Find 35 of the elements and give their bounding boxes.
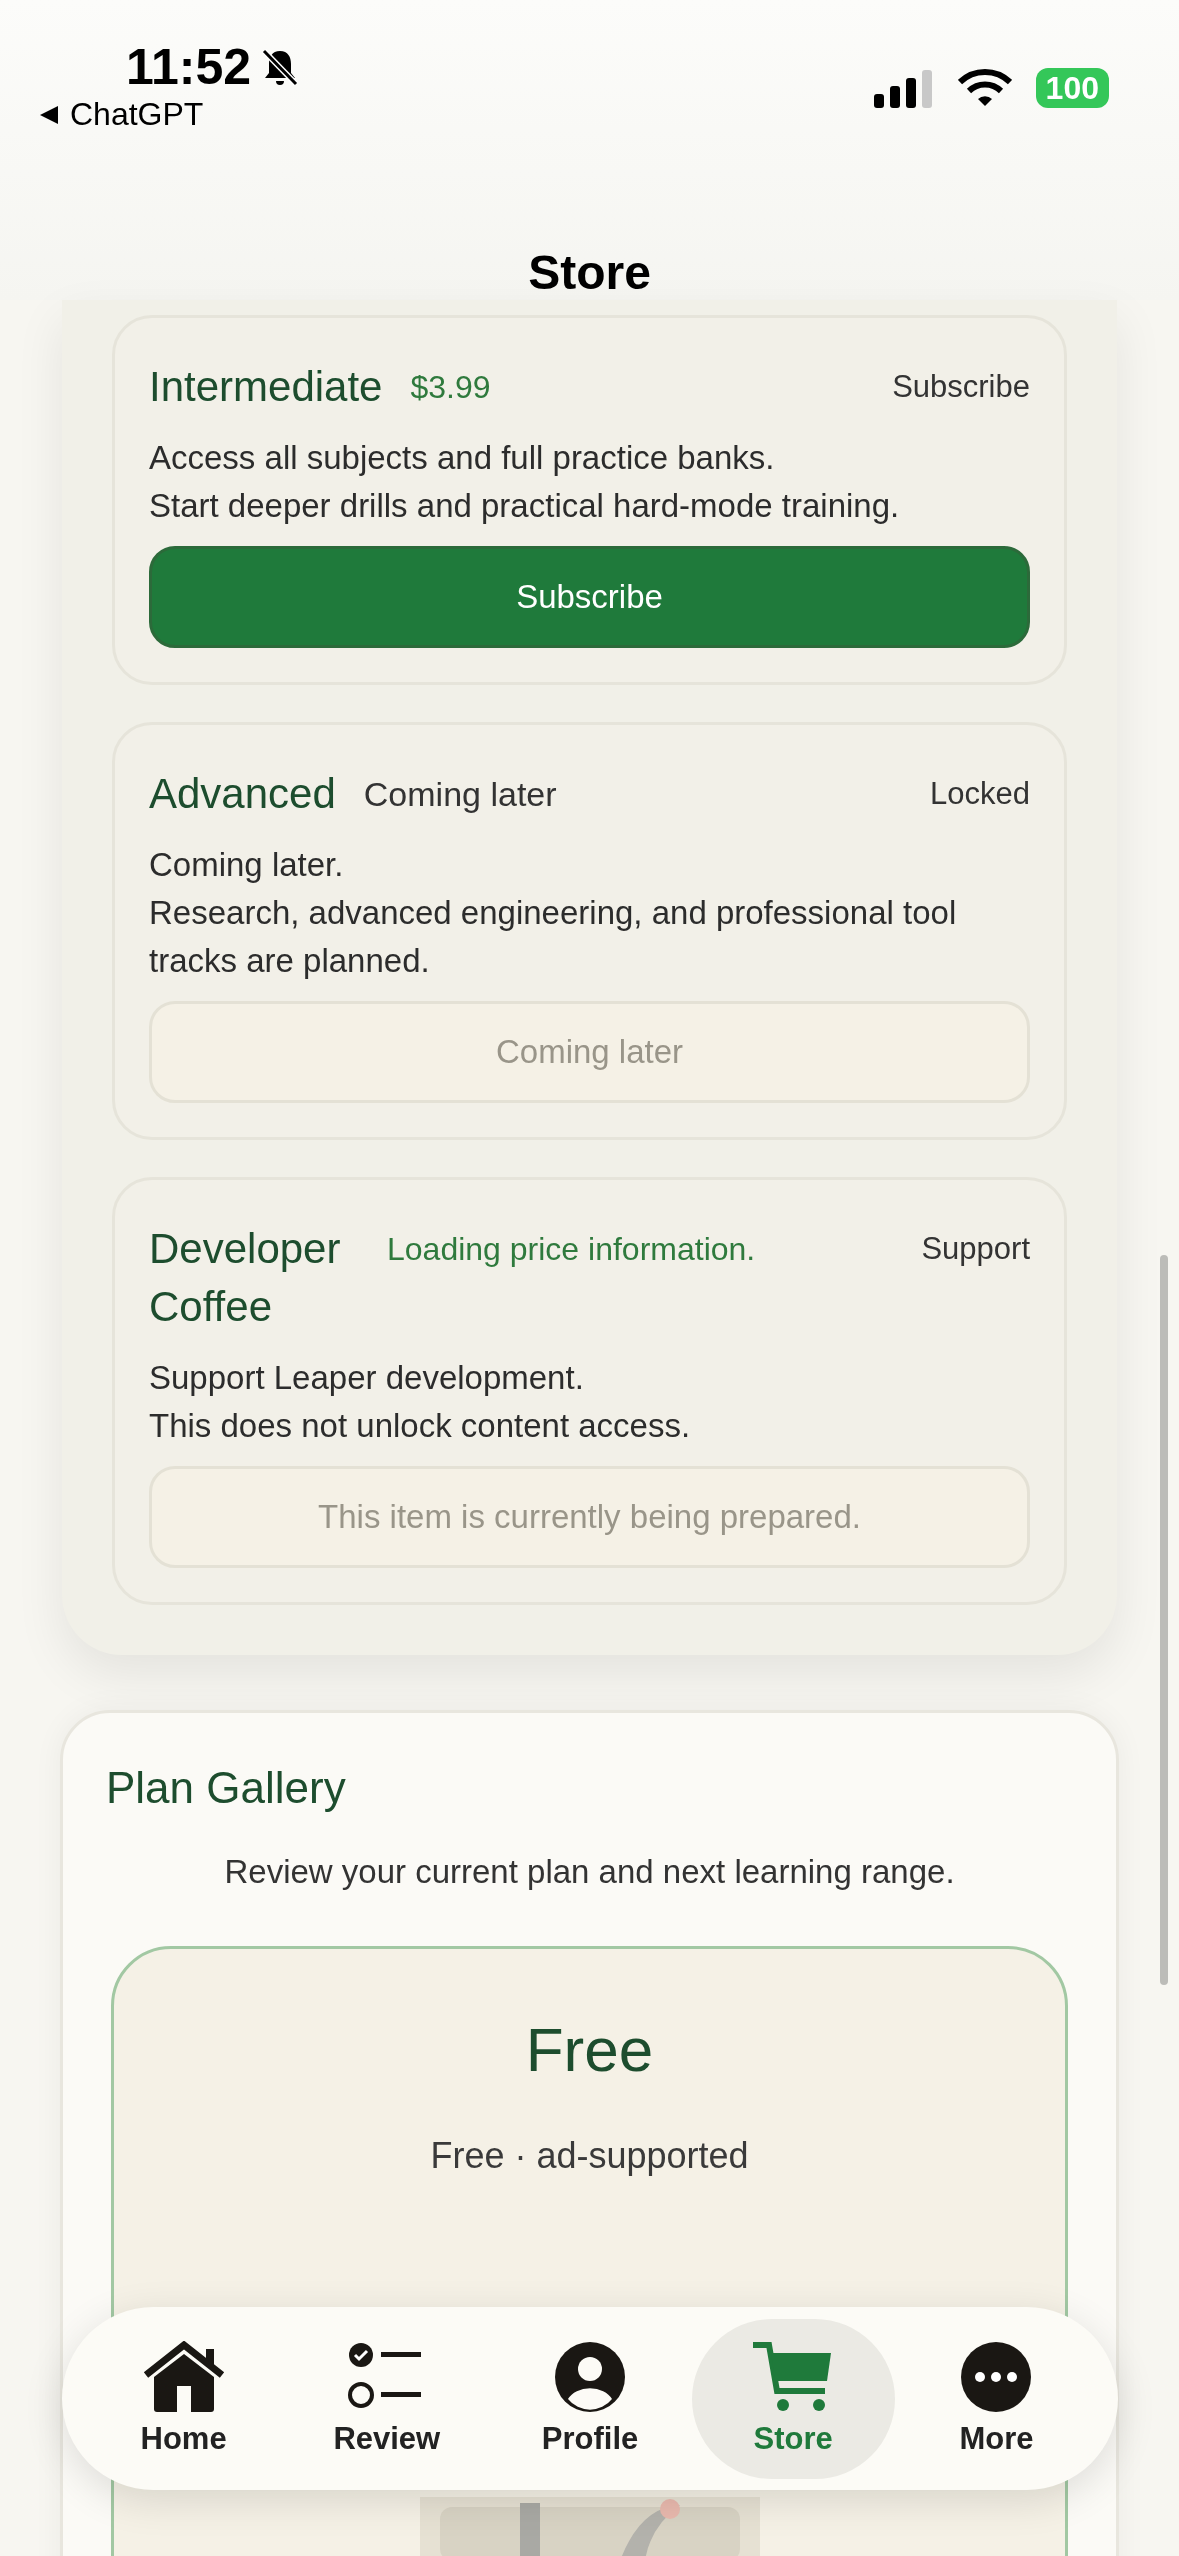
tab-item[interactable]: Profile	[488, 2318, 692, 2479]
status-time: 11:52	[126, 38, 252, 96]
current-plan-name: Free	[525, 2014, 654, 2085]
plan-description: This does not unlock content access.	[149, 1406, 692, 1446]
plan-name: Developer Coffee	[149, 1224, 342, 1332]
plan-note: $3.99	[410, 368, 491, 407]
home-icon	[141, 2340, 226, 2413]
page-title: Store	[528, 246, 651, 299]
gallery-title: Plan Gallery	[106, 1763, 347, 1813]
plan-description: Access all subjects and full practice banks.	[149, 438, 776, 478]
wifi-icon	[957, 68, 1012, 108]
profile-icon	[554, 2340, 626, 2413]
back-arrow-icon[interactable]	[38, 103, 60, 126]
plan-status: Locked	[930, 775, 1030, 813]
tab-item[interactable]: More	[894, 2318, 1098, 2479]
current-plan-detail: Free · ad-supported	[430, 2135, 749, 2177]
tab-item[interactable]: Review	[285, 2318, 489, 2479]
plan-button[interactable]: Subscribe	[149, 546, 1030, 648]
plan-status: Support	[921, 1230, 1030, 1268]
battery-level: 100	[1035, 68, 1109, 108]
plan-description: Research, advanced engineering, and professional tool tracks are planned.	[149, 893, 958, 981]
plan-description: Support Leaper development.	[149, 1358, 585, 1398]
tab-item[interactable]: Home	[82, 2318, 286, 2479]
gallery-subtitle: Review your current plan and next learning range.	[223, 1853, 956, 1891]
plan-name: Intermediate	[149, 362, 383, 412]
plan-note: Coming later	[363, 774, 557, 815]
plan-description: Coming later.	[149, 845, 345, 885]
plan-name: Advanced	[149, 769, 336, 819]
back-link[interactable]: ChatGPT	[70, 96, 204, 133]
tab-item[interactable]: Store	[691, 2318, 895, 2479]
plan-note: Loading price information.	[387, 1230, 756, 1269]
plan-status: Subscribe	[892, 368, 1030, 406]
plan-description: Start deeper drills and practical hard-mode training.	[149, 486, 901, 526]
signal-icon	[873, 68, 934, 108]
more-icon	[960, 2340, 1033, 2413]
